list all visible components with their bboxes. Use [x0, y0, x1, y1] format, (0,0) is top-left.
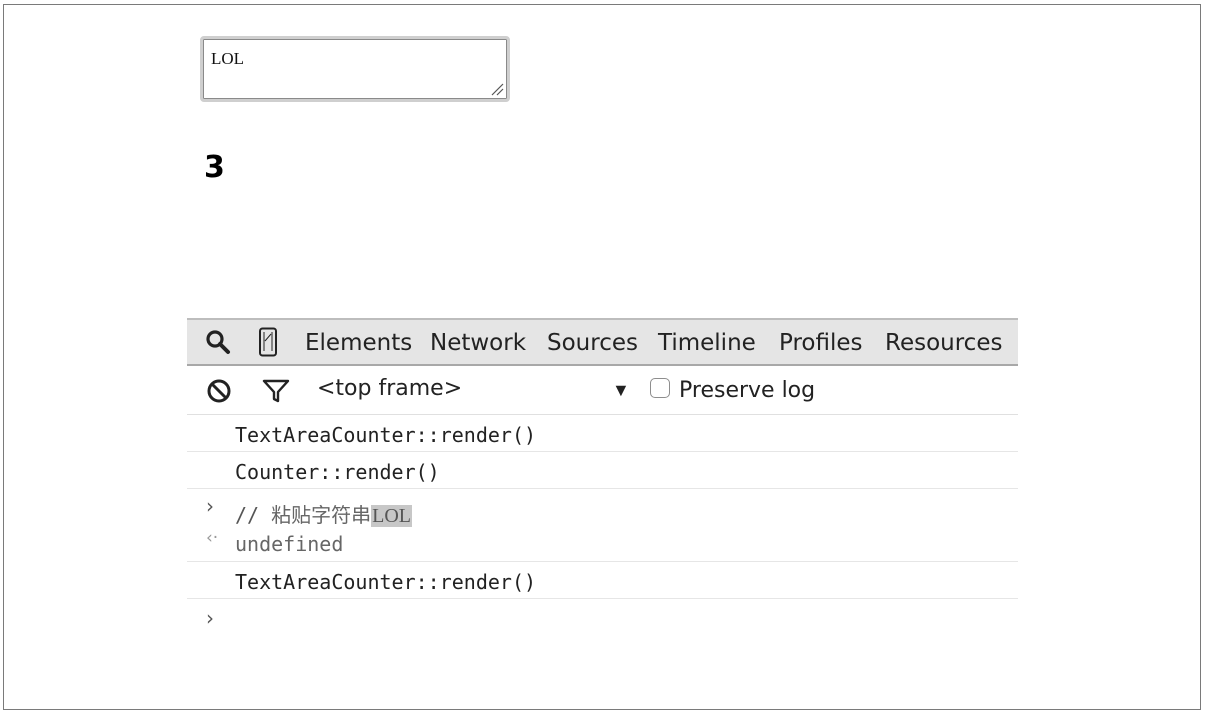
console-toolbar: <top frame> ▼ Preserve log: [187, 366, 1018, 415]
devtools-tabbar: Elements Network Sources Timeline Profil…: [187, 318, 1018, 366]
input-chevron-icon: ›: [206, 494, 214, 518]
result-arrow-icon: ‹·: [206, 528, 219, 548]
tab-resources[interactable]: Resources: [885, 320, 1002, 364]
clear-console-icon[interactable]: [206, 378, 232, 404]
console-log-line: Counter::render(): [187, 452, 1018, 489]
comment-cjk-text: 粘贴字符串: [271, 503, 372, 527]
text-area[interactable]: LOL: [200, 36, 510, 102]
comment-selected-text: LOL: [371, 505, 413, 527]
frame-select[interactable]: <top frame>: [317, 366, 462, 414]
tab-profiles[interactable]: Profiles: [779, 320, 863, 364]
character-count: 3: [204, 150, 225, 185]
console-prompt[interactable]: ›: [187, 599, 1018, 639]
console-command-entry: › // 粘贴字符串LOL ‹· undefined: [187, 489, 1018, 562]
console-log-line: TextAreaCounter::render(): [187, 562, 1018, 599]
tab-timeline[interactable]: Timeline: [658, 320, 756, 364]
console-log-text: TextAreaCounter::render(): [235, 570, 537, 594]
console-result: undefined: [235, 532, 344, 556]
console-input-echo: // 粘贴字符串LOL: [235, 499, 413, 528]
tab-sources[interactable]: Sources: [547, 320, 638, 364]
resize-grip-icon[interactable]: [490, 82, 504, 96]
console-log-text: TextAreaCounter::render(): [235, 423, 537, 447]
tab-network[interactable]: Network: [430, 320, 526, 364]
search-icon[interactable]: [201, 320, 235, 364]
preserve-log-checkbox[interactable]: [650, 378, 670, 398]
console-log-line: TextAreaCounter::render(): [187, 415, 1018, 452]
comment-prefix: //: [235, 503, 272, 527]
prompt-chevron-icon: ›: [206, 606, 214, 630]
filter-icon[interactable]: [262, 378, 290, 404]
text-area-value[interactable]: LOL: [211, 49, 244, 69]
preserve-log-label[interactable]: Preserve log: [679, 366, 815, 414]
dropdown-arrow-icon[interactable]: ▼: [612, 366, 630, 414]
console-log-text: Counter::render(): [235, 460, 440, 484]
devtools-panel: Elements Network Sources Timeline Profil…: [187, 318, 1018, 639]
tab-elements[interactable]: Elements: [305, 320, 412, 364]
device-mode-icon[interactable]: [255, 320, 281, 364]
